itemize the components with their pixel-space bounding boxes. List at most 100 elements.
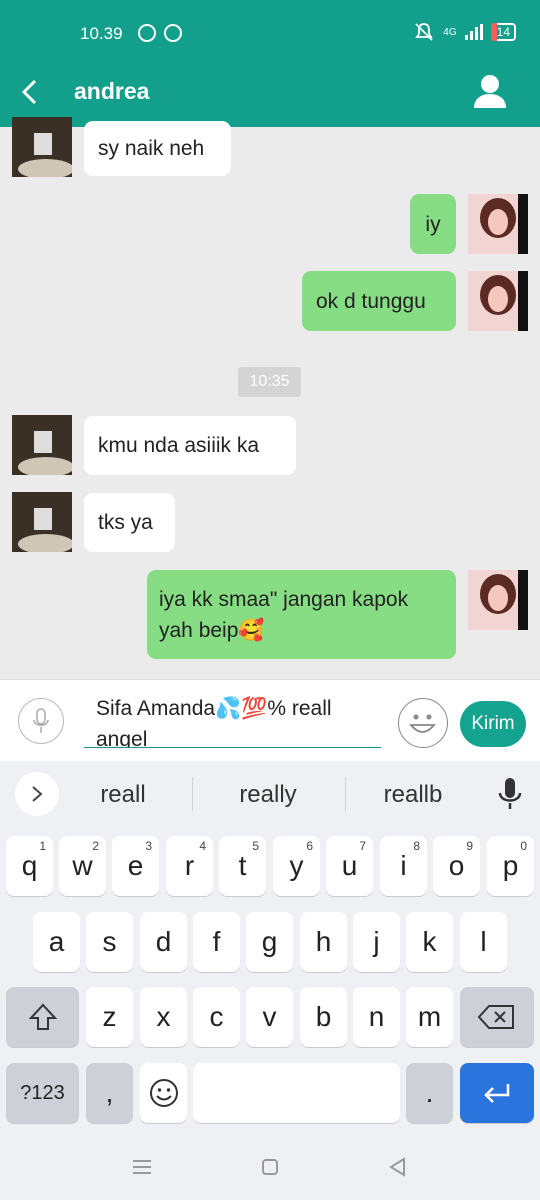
home-button[interactable] [255,1152,285,1182]
key-l[interactable]: l [460,912,507,972]
keyboard-voice-button[interactable] [494,775,526,813]
timestamp-chip: 10:35 [238,367,301,397]
home-square-icon [262,1159,278,1175]
message-text: sy naik neh [98,137,205,160]
key-z[interactable]: z [86,987,133,1047]
period-key[interactable]: . [406,1063,453,1123]
key-hint: 8 [413,839,420,853]
message-text: ok d tunggu [316,289,426,313]
nav-back-button[interactable] [383,1152,413,1182]
key-a[interactable]: a [33,912,80,972]
key-m[interactable]: m [406,987,453,1047]
key-hint: 5 [252,839,259,853]
whatsapp-icon [138,24,156,42]
key-hint: 0 [520,839,527,853]
key-f[interactable]: f [193,912,240,972]
back-button[interactable] [14,76,46,108]
suggestion-divider [345,777,346,811]
key-hint: 9 [466,839,473,853]
recent-apps-button[interactable] [127,1152,157,1182]
triangle-back-icon [389,1157,405,1177]
key-label: u [341,850,358,881]
key-c[interactable]: c [193,987,240,1047]
comma-key[interactable]: , [86,1063,133,1123]
backspace-key[interactable] [460,987,534,1047]
smiley-icon [409,714,436,733]
key-n[interactable]: n [353,987,400,1047]
message-text: iy [425,212,441,236]
key-label: e [127,850,144,881]
key-hint: 6 [306,839,313,853]
key-hint: 3 [145,839,152,853]
suggestion-2[interactable]: really [208,778,328,812]
key-k[interactable]: k [406,912,453,972]
notification-app-icon [164,24,182,42]
chat-title: andrea [74,78,150,104]
status-time: 10.39 [80,24,123,43]
key-x[interactable]: x [140,987,187,1047]
voice-record-button[interactable] [18,698,64,744]
battery-icon: 14 [490,23,516,41]
message-text: iya kk smaa" jangan kapok yah beip🥰 [159,587,409,642]
key-b[interactable]: b [300,987,347,1047]
suggestion-divider [192,777,193,811]
key-p[interactable]: p0 [487,836,534,896]
message-text: kmu nda asiiik ka [98,434,260,457]
incoming-message: kmu nda asiiik ka [84,416,296,475]
key-hint: 2 [92,839,99,853]
user-avatar[interactable] [468,194,528,254]
mute-icon [415,23,433,41]
key-s[interactable]: s [86,912,133,972]
key-e[interactable]: e3 [112,836,159,896]
shift-icon [28,1003,57,1030]
shift-key[interactable] [6,987,79,1047]
key-label: i [400,850,407,881]
key-v[interactable]: v [246,987,293,1047]
contact-avatar[interactable] [12,415,72,475]
space-key[interactable] [193,1063,400,1123]
key-u[interactable]: u7 [326,836,373,896]
key-g[interactable]: g [246,912,293,972]
outgoing-message: iy [410,194,456,254]
chevron-right-icon [32,786,43,802]
status-app-icons [138,24,182,42]
key-label: p [502,850,519,881]
key-h[interactable]: h [300,912,347,972]
emoji-button[interactable] [398,698,448,748]
key-w[interactable]: w2 [59,836,106,896]
user-avatar[interactable] [468,271,528,331]
key-o[interactable]: o9 [433,836,480,896]
status-right: 4G 14 [413,22,516,42]
key-i[interactable]: i8 [380,836,427,896]
enter-icon [484,1084,510,1103]
send-button[interactable]: Kirim [460,701,526,747]
microphone-icon [33,708,49,733]
key-d[interactable]: d [140,912,187,972]
smiley-icon [149,1079,178,1107]
key-q[interactable]: q1 [6,836,53,896]
key-t[interactable]: t5 [219,836,266,896]
emoji-key[interactable] [140,1063,187,1123]
key-y[interactable]: y6 [273,836,320,896]
chevron-left-icon [21,79,37,105]
message-input[interactable]: Sifa Amanda💦💯% reall angel [84,690,381,748]
key-hint: 7 [359,839,366,853]
enter-key[interactable] [460,1063,534,1123]
key-label: w [72,850,93,881]
user-avatar[interactable] [468,570,528,630]
profile-button[interactable] [470,72,510,112]
key-r[interactable]: r4 [166,836,213,896]
key-j[interactable]: j [353,912,400,972]
outgoing-message: ok d tunggu [302,271,456,331]
contact-avatar[interactable] [12,117,72,177]
expand-toolbar-button[interactable] [15,772,59,816]
signal-icon [464,24,483,40]
incoming-message: sy naik neh [84,121,231,176]
suggestion-1[interactable]: reall [68,778,178,812]
key-hint: 1 [39,839,46,853]
symbols-key[interactable]: ?123 [6,1063,79,1123]
contact-avatar[interactable] [12,492,72,552]
key-label: q [21,850,38,881]
key-label: r [184,850,195,881]
suggestion-3[interactable]: reallb [358,778,468,812]
